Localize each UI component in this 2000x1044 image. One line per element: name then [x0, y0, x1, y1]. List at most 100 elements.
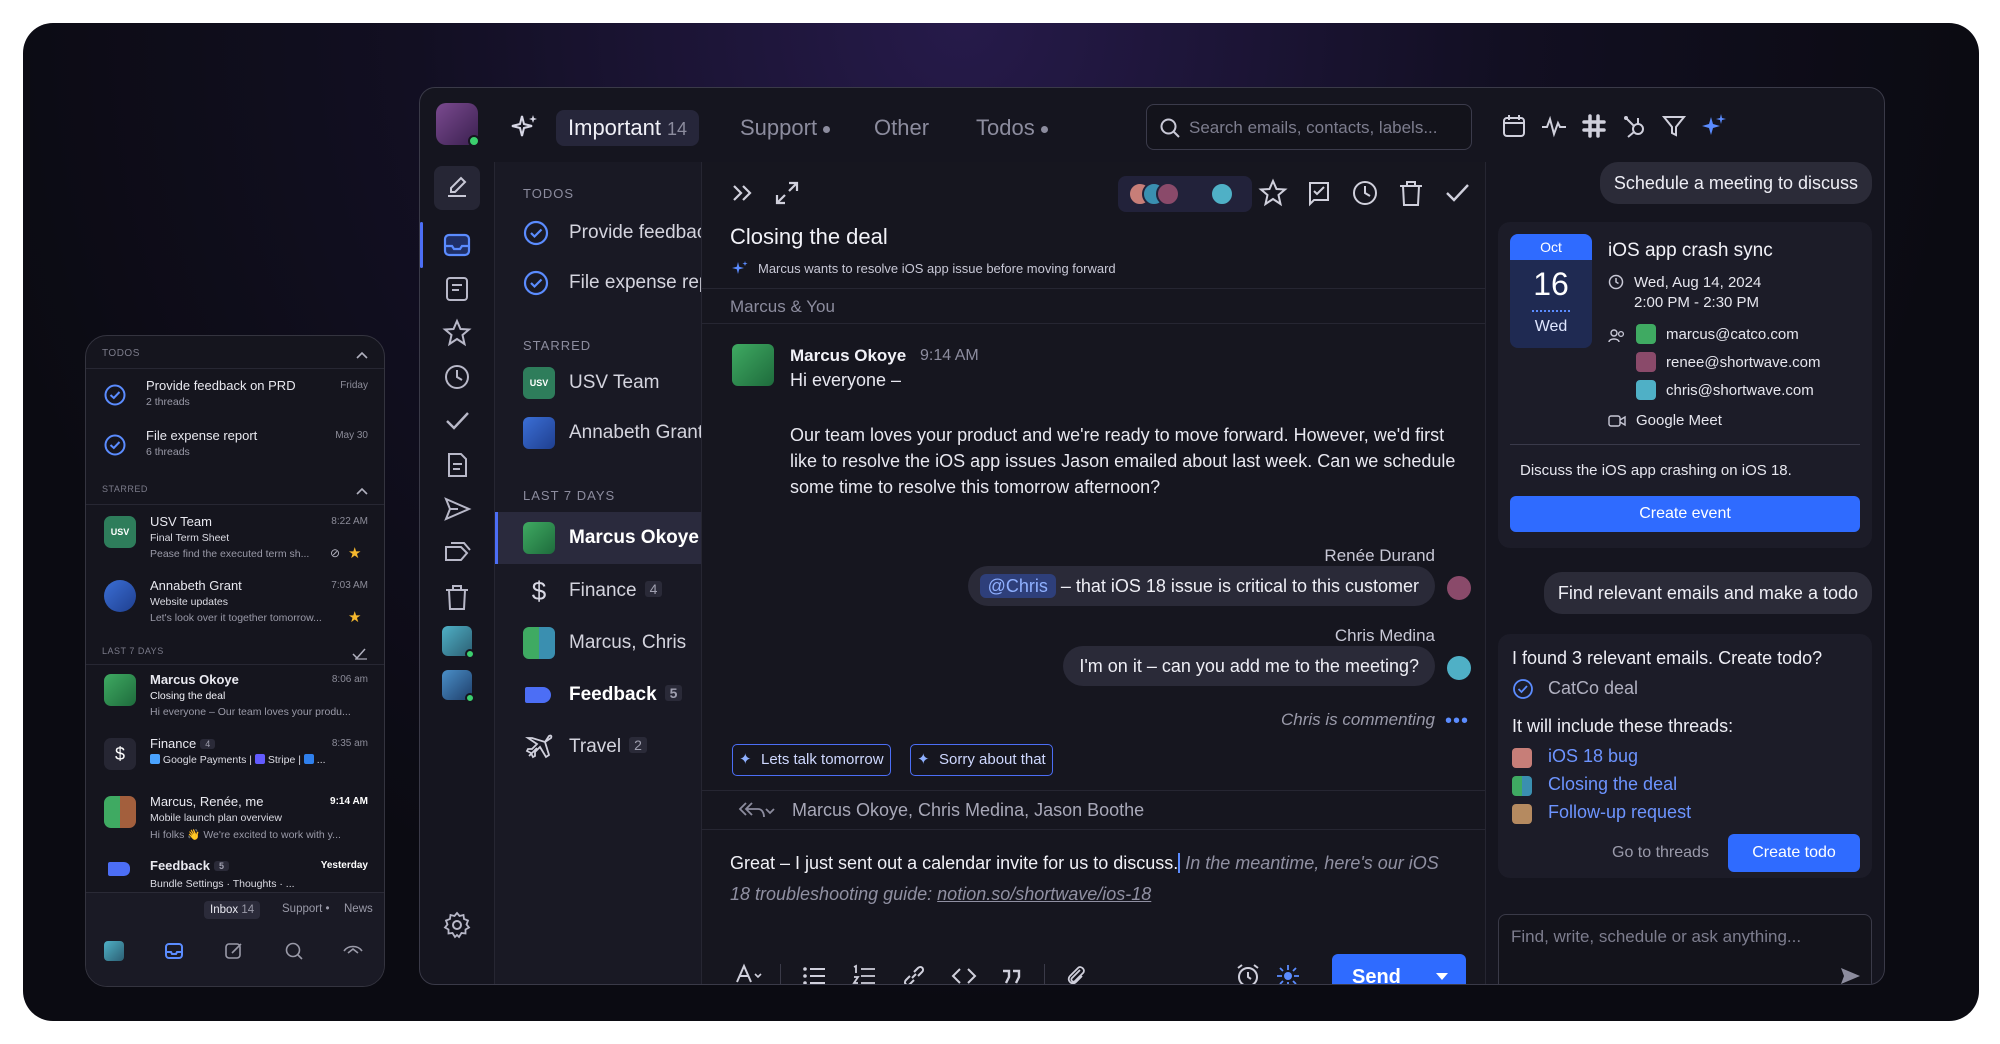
thread-link[interactable]: Follow-up request — [1548, 802, 1691, 823]
trash-icon[interactable] — [442, 582, 472, 612]
quote-icon[interactable] — [998, 962, 1026, 985]
slack-icon[interactable] — [1580, 112, 1608, 140]
search-input[interactable]: Search emails, contacts, labels... — [1146, 104, 1472, 150]
sent-icon[interactable] — [442, 494, 472, 524]
sender-avatar[interactable] — [732, 344, 774, 386]
reply-all-icon[interactable] — [736, 799, 776, 823]
list-item-annabeth-grant[interactable]: Annabeth Grant — [495, 408, 703, 458]
airplane-icon — [525, 734, 553, 759]
code-icon[interactable] — [950, 962, 978, 985]
compose-button[interactable] — [434, 166, 480, 210]
clock-icon[interactable] — [442, 362, 472, 392]
star-icon[interactable]: ★ — [348, 608, 361, 626]
list-item-usv-team[interactable]: USV USV Team — [495, 358, 701, 408]
numbered-list-icon[interactable] — [850, 962, 878, 985]
list-item-finance[interactable]: $ Finance 4 — [495, 566, 701, 616]
list-item-marcus-chris[interactable]: Marcus, Chris — [495, 618, 701, 668]
create-event-button[interactable]: Create event — [1510, 496, 1860, 532]
text-format-icon[interactable] — [734, 962, 762, 985]
check-icon[interactable] — [442, 406, 472, 436]
sparkle-icon[interactable] — [510, 112, 540, 142]
suggestion-chip[interactable]: ✦ Lets talk tomorrow — [732, 744, 891, 776]
label-tag-icon — [525, 687, 551, 703]
settings-icon[interactable] — [442, 910, 472, 940]
tab-support[interactable]: Support — [740, 110, 831, 146]
inbox-icon[interactable] — [442, 230, 472, 260]
ai-assist-icon[interactable] — [1274, 962, 1302, 985]
phone-thread-row[interactable]: Marcus, Renée, me Mobile launch plan ove… — [86, 794, 384, 852]
send-button[interactable]: Send — [1332, 954, 1466, 984]
filter-icon[interactable] — [1660, 112, 1688, 140]
sender-name[interactable]: Marcus Okoye — [790, 346, 906, 366]
suggestion-chip[interactable]: ✦ Sorry about that — [910, 744, 1053, 776]
thread-link[interactable]: iOS 18 bug — [1548, 746, 1638, 767]
todo-check-icon[interactable] — [104, 434, 126, 456]
mention-chip[interactable]: @Chris — [979, 574, 1056, 598]
list-item-travel[interactable]: Travel 2 — [495, 722, 701, 772]
contact-avatar[interactable] — [442, 626, 475, 659]
list-todo-item[interactable]: File expense report — [495, 258, 732, 308]
tab-todos[interactable]: Todos — [976, 110, 1048, 146]
add-todo-icon[interactable] — [1304, 178, 1334, 208]
participants-group[interactable] — [1118, 176, 1252, 212]
snooze-clock-icon[interactable] — [1350, 178, 1380, 208]
compose-icon[interactable] — [224, 941, 244, 961]
expand-icon[interactable] — [772, 178, 802, 208]
tab-inbox[interactable]: Inbox 14 — [204, 901, 261, 919]
chevron-up-icon[interactable] — [356, 486, 368, 496]
ai-sparkle-icon[interactable] — [1700, 112, 1728, 140]
video-icon — [1608, 415, 1626, 427]
tab-other[interactable]: Other — [874, 110, 929, 146]
inbox-icon[interactable] — [164, 941, 184, 961]
collapse-panel-icon[interactable] — [728, 178, 758, 208]
drafts-icon[interactable] — [442, 450, 472, 480]
tab-support[interactable]: Support • — [282, 903, 330, 915]
mark-done-icon[interactable] — [352, 646, 368, 660]
chevron-up-icon[interactable] — [356, 350, 368, 360]
tab-news[interactable]: News — [344, 903, 373, 915]
reply-recipients[interactable]: Marcus Okoye, Chris Medina, Jason Boothe — [792, 800, 1144, 821]
phone-thread-row[interactable]: Annabeth Grant Website updates Let's loo… — [86, 578, 384, 636]
attachment-icon[interactable] — [1062, 962, 1090, 985]
labels-icon[interactable] — [442, 538, 472, 568]
mark-done-icon[interactable] — [1442, 178, 1472, 208]
todo-check-icon[interactable] — [523, 270, 549, 296]
todo-check-icon[interactable] — [523, 220, 549, 246]
trash-icon[interactable] — [1396, 178, 1426, 208]
star-icon[interactable] — [1258, 178, 1288, 208]
phone-thread-row[interactable]: Marcus Okoye Closing the deal Hi everyon… — [86, 672, 384, 730]
assistant-input[interactable]: Find, write, schedule or ask anything... — [1498, 914, 1872, 985]
go-to-threads-button[interactable]: Go to threads — [1612, 844, 1709, 862]
hubspot-icon[interactable] — [1620, 112, 1648, 140]
avatar[interactable] — [104, 941, 124, 961]
schedule-send-icon[interactable] — [1234, 962, 1262, 985]
notes-icon[interactable] — [442, 274, 472, 304]
avatar — [1636, 352, 1656, 372]
handshake-icon[interactable] — [342, 941, 364, 961]
search-icon[interactable] — [284, 941, 304, 961]
todo-date: May 30 — [335, 430, 368, 441]
tab-important[interactable]: Important 14 — [556, 110, 699, 146]
user-avatar[interactable] — [436, 103, 480, 147]
chevron-down-icon[interactable] — [1436, 972, 1448, 982]
todo-check-icon[interactable] — [104, 384, 126, 406]
phone-todo-item[interactable]: Provide feedback on PRD 2 threads Friday — [86, 378, 384, 422]
create-todo-button[interactable]: Create todo — [1728, 834, 1860, 872]
phone-thread-row[interactable]: USV USV Team Final Term Sheet Pease find… — [86, 514, 384, 572]
star-icon[interactable]: ★ — [348, 544, 361, 562]
calendar-icon[interactable] — [1500, 112, 1528, 140]
list-item-marcus-okoye[interactable]: Marcus Okoye — [495, 512, 701, 564]
bullet-list-icon[interactable] — [800, 962, 828, 985]
reply-editor[interactable]: Great – I just sent out a calendar invit… — [730, 848, 1460, 910]
thread-link[interactable]: Closing the deal — [1548, 774, 1677, 795]
star-icon[interactable] — [442, 318, 472, 348]
send-arrow-icon[interactable] — [1839, 965, 1861, 985]
link-icon[interactable] — [900, 962, 928, 985]
phone-todo-item[interactable]: File expense report 6 threads May 30 — [86, 428, 384, 472]
activity-icon[interactable] — [1540, 112, 1568, 140]
phone-thread-row[interactable]: $ Finance 4 Google Payments | Stripe | ..… — [86, 736, 384, 786]
list-item-feedback[interactable]: Feedback 5 — [495, 670, 701, 720]
last7-header: LAST 7 DAYS — [523, 488, 616, 503]
list-todo-item[interactable]: Provide feedback on PRD — [495, 208, 788, 258]
contact-avatar[interactable] — [442, 670, 475, 703]
